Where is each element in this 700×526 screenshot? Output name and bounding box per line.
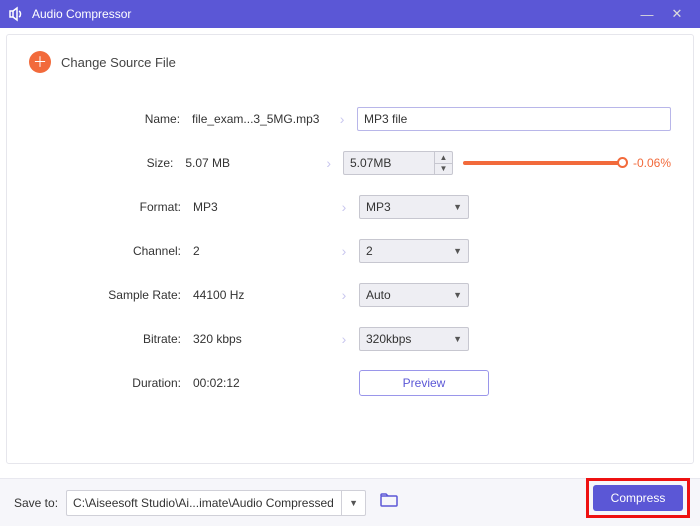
- bitrate-select[interactable]: 320kbps ▼: [359, 327, 469, 351]
- preview-button[interactable]: Preview: [359, 370, 489, 396]
- save-to-label: Save to:: [14, 496, 58, 510]
- slider-thumb[interactable]: [617, 157, 628, 168]
- value-duration: 00:02:12: [189, 376, 329, 390]
- save-path-value: C:\Aiseesoft Studio\Ai...imate\Audio Com…: [73, 496, 334, 510]
- arrow-icon: ›: [329, 287, 359, 303]
- compress-highlight: Compress: [586, 478, 690, 518]
- titlebar: Audio Compressor — ✕: [0, 0, 700, 28]
- value-format: MP3: [189, 200, 329, 214]
- form: Name: file_exam...3_5MG.mp3 › Size: 5.07…: [29, 107, 671, 395]
- spinner-down-icon[interactable]: ▼: [435, 164, 452, 175]
- main-panel: ＋ Change Source File Name: file_exam...3…: [6, 34, 694, 464]
- plus-icon: ＋: [33, 52, 47, 72]
- open-folder-button[interactable]: [380, 493, 398, 512]
- row-size: Size: 5.07 MB › 5.07MB ▲ ▼ -0.06%: [29, 151, 671, 175]
- sample-rate-select[interactable]: Auto ▼: [359, 283, 469, 307]
- row-bitrate: Bitrate: 320 kbps › 320kbps ▼: [29, 327, 671, 351]
- chevron-down-icon: ▼: [453, 328, 462, 350]
- change-source-button[interactable]: ＋: [29, 51, 51, 73]
- row-format: Format: MP3 › MP3 ▼: [29, 195, 671, 219]
- chevron-down-icon: ▼: [453, 284, 462, 306]
- row-sample-rate: Sample Rate: 44100 Hz › Auto ▼: [29, 283, 671, 307]
- row-channel: Channel: 2 › 2 ▼: [29, 239, 671, 263]
- arrow-icon: ›: [314, 155, 342, 171]
- sample-rate-select-value: Auto: [366, 288, 391, 302]
- value-name: file_exam...3_5MG.mp3: [188, 112, 327, 126]
- chevron-down-icon[interactable]: ▼: [341, 491, 365, 515]
- size-slider[interactable]: [463, 161, 623, 165]
- label-format: Format:: [29, 200, 189, 214]
- spinner-up-icon[interactable]: ▲: [435, 152, 452, 164]
- label-size: Size:: [29, 156, 181, 170]
- row-name: Name: file_exam...3_5MG.mp3 ›: [29, 107, 671, 131]
- arrow-icon: ›: [327, 111, 357, 127]
- format-select[interactable]: MP3 ▼: [359, 195, 469, 219]
- bitrate-select-value: 320kbps: [366, 332, 411, 346]
- size-percent: -0.06%: [633, 156, 671, 170]
- footer: Save to: C:\Aiseesoft Studio\Ai...imate\…: [0, 478, 700, 526]
- value-size: 5.07 MB: [181, 156, 314, 170]
- value-channel: 2: [189, 244, 329, 258]
- value-bitrate: 320 kbps: [189, 332, 329, 346]
- app-icon: [8, 6, 24, 22]
- chevron-down-icon: ▼: [453, 240, 462, 262]
- close-button[interactable]: ✕: [662, 6, 692, 22]
- label-bitrate: Bitrate:: [29, 332, 189, 346]
- label-channel: Channel:: [29, 244, 189, 258]
- change-source-label: Change Source File: [61, 55, 176, 70]
- channel-select-value: 2: [366, 244, 373, 258]
- value-sample-rate: 44100 Hz: [189, 288, 329, 302]
- label-duration: Duration:: [29, 376, 189, 390]
- app-title: Audio Compressor: [32, 7, 632, 21]
- size-spinner-value: 5.07MB: [350, 156, 391, 170]
- format-select-value: MP3: [366, 200, 391, 214]
- source-row: ＋ Change Source File: [29, 51, 671, 73]
- arrow-icon: ›: [329, 331, 359, 347]
- minimize-button[interactable]: —: [632, 7, 662, 22]
- arrow-icon: ›: [329, 199, 359, 215]
- name-input[interactable]: [357, 107, 671, 131]
- chevron-down-icon: ▼: [453, 196, 462, 218]
- label-sample-rate: Sample Rate:: [29, 288, 189, 302]
- arrow-icon: ›: [329, 243, 359, 259]
- compress-button[interactable]: Compress: [593, 485, 683, 511]
- save-path-select[interactable]: C:\Aiseesoft Studio\Ai...imate\Audio Com…: [66, 490, 366, 516]
- label-name: Name:: [29, 112, 188, 126]
- row-duration: Duration: 00:02:12 › Preview: [29, 371, 671, 395]
- channel-select[interactable]: 2 ▼: [359, 239, 469, 263]
- size-spinner[interactable]: 5.07MB ▲ ▼: [343, 151, 453, 175]
